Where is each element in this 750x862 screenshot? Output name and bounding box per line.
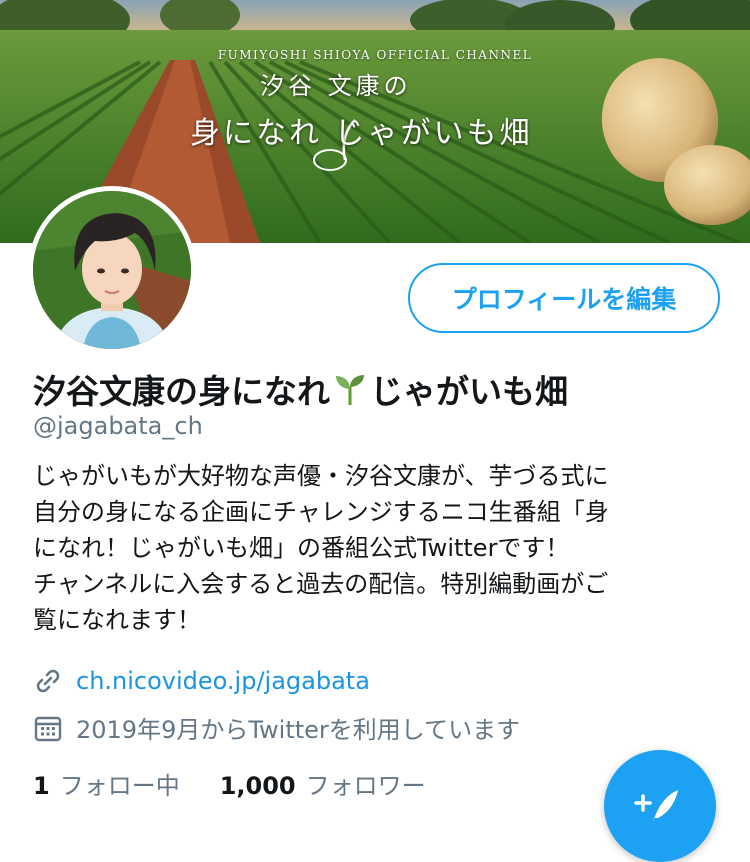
bio-line: になれ！じゃがいも畑」の番組公式Twitterです！ (33, 534, 570, 562)
banner-title-line1: 汐谷 文康の (260, 72, 412, 100)
following-count: 1 (33, 772, 50, 800)
display-name: 汐谷文康の身になれ じゃがいも畑 (33, 365, 568, 413)
calendar-icon (33, 713, 63, 743)
joined-date-text: 2019年9月からTwitterを利用しています (76, 716, 521, 744)
seedling-icon (332, 371, 368, 407)
avatar[interactable] (28, 186, 196, 354)
edit-profile-button[interactable]: プロフィールを編集 (408, 263, 720, 333)
following-label: フォロー中 (59, 772, 180, 800)
followers-count: 1,000 (219, 772, 296, 800)
profile-bio: じゃがいもが大好物な声優・汐谷文康が、芋づる式に 自分の身になる企画にチャレンジ… (33, 458, 723, 638)
display-name-part2: じゃがいも畑 (370, 372, 568, 411)
profile-link-row: ch.nicovideo.jp/jagabata (33, 666, 370, 696)
user-handle: @jagabata_ch (33, 412, 203, 440)
follow-stats: 1 フォロー中 1,000 フォロワー (33, 766, 466, 801)
bio-line: 覧になれます！ (33, 606, 201, 634)
bio-line: チャンネルに入会すると過去の配信。特別編動画がご (33, 570, 609, 598)
following-link[interactable]: 1 フォロー中 (33, 766, 180, 801)
bio-line: 自分の身になる企画にチャレンジするニコ生番組「身 (33, 498, 609, 526)
banner-title-line2: 身になれ じゃがいも畑 (190, 116, 533, 151)
avatar-image (33, 191, 191, 349)
profile-website-link[interactable]: ch.nicovideo.jp/jagabata (76, 667, 370, 695)
bio-line: じゃがいもが大好物な声優・汐谷文康が、芋づる式に (33, 462, 609, 490)
compose-tweet-button[interactable] (604, 750, 716, 862)
display-name-part1: 汐谷文康の身になれ (33, 372, 330, 411)
link-icon (33, 666, 63, 696)
followers-link[interactable]: 1,000 フォロワー (220, 766, 426, 801)
compose-tweet-icon (634, 790, 678, 826)
joined-date-row: 2019年9月からTwitterを利用しています (33, 710, 520, 745)
followers-label: フォロワー (305, 772, 426, 800)
banner-channel-label: FUMIYOSHI SHIOYA OFFICIAL CHANNEL (217, 48, 533, 62)
